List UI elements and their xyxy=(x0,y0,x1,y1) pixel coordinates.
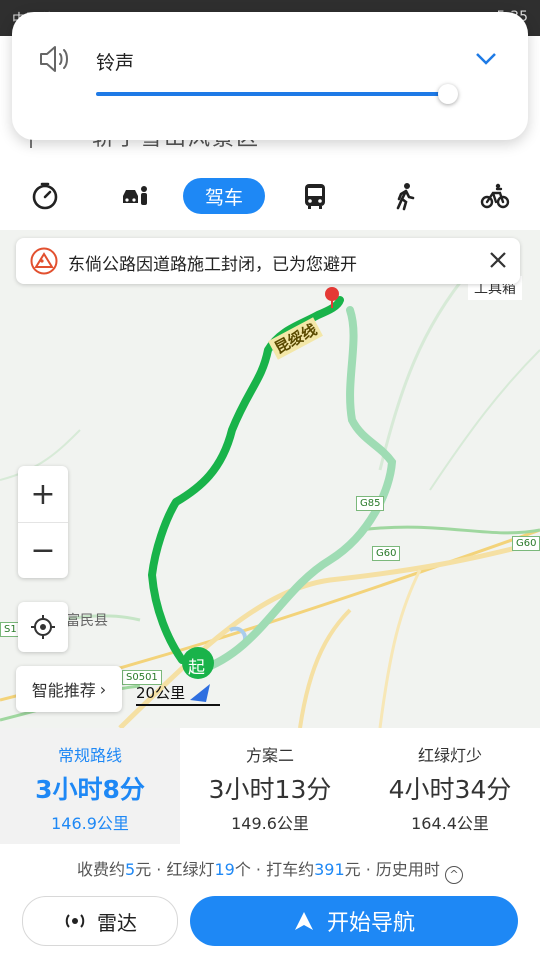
stopwatch-icon xyxy=(32,182,58,210)
volume-slider-track[interactable] xyxy=(96,92,450,96)
route-option-time: 3小时8分 xyxy=(35,775,145,804)
volume-popup: 铃声 xyxy=(12,12,528,140)
locate-button[interactable] xyxy=(18,602,68,652)
route-option-distance: 146.9公里 xyxy=(51,814,129,833)
map-view[interactable]: 东倘公路因道路施工封闭，已为您避开 工具箱 昆绥线 富民县 起 G85 G60 … xyxy=(0,230,540,728)
taxi-fare-value: 391 xyxy=(314,860,345,879)
route-panel: 常规路线 3小时8分 146.9公里 方案二 3小时13分 149.6公里 红绿… xyxy=(0,728,540,960)
route-option-2[interactable]: 方案二 3小时13分 149.6公里 xyxy=(180,728,360,844)
map-scale: 20公里 xyxy=(136,682,220,706)
highway-shield: G60 xyxy=(372,546,401,561)
radar-label: 雷达 xyxy=(97,910,137,935)
road-notice-banner[interactable]: 东倘公路因道路施工封闭，已为您避开 xyxy=(16,238,520,284)
route-option-distance: 149.6公里 xyxy=(231,814,309,833)
traffic-light-count: 19 xyxy=(214,860,235,879)
route-option-time: 4小时34分 xyxy=(388,775,512,804)
car-person-icon xyxy=(123,186,147,205)
tab-drive-label: 驾车 xyxy=(204,186,243,209)
route-summary[interactable]: 收费约5元 · 红绿灯19个 · 打车约391元 · 历史用时 ^ xyxy=(0,856,540,884)
map-scale-text: 20公里 xyxy=(136,684,186,702)
route-option-distance: 164.4公里 xyxy=(411,814,489,833)
route-option-name: 方案二 xyxy=(245,746,294,765)
zoom-out-button[interactable]: − xyxy=(18,522,68,578)
tab-taxi[interactable] xyxy=(28,178,62,214)
transport-mode-tabs: 驾车 xyxy=(0,170,540,222)
tab-bike[interactable] xyxy=(478,178,512,214)
crosshair-icon xyxy=(31,615,55,639)
destination-pin-icon[interactable] xyxy=(325,287,339,301)
start-navigation-label: 开始导航 xyxy=(326,911,415,936)
road-notice-text: 东倘公路因道路施工封闭，已为您避开 xyxy=(68,255,357,275)
tab-drive[interactable]: 驾车 xyxy=(183,178,265,214)
route-option-3[interactable]: 红绿灯少 4小时34分 164.4公里 xyxy=(360,728,540,844)
volume-label: 铃声 xyxy=(96,52,135,74)
speaker-icon[interactable] xyxy=(38,44,72,74)
smart-recommend-label: 智能推荐 xyxy=(31,681,96,700)
bike-icon xyxy=(480,183,510,209)
start-label: 起 xyxy=(188,658,205,678)
tab-bus[interactable] xyxy=(298,178,332,214)
tab-carpool[interactable] xyxy=(118,178,152,214)
zoom-controls: + − xyxy=(18,466,68,578)
chevron-up-circle-icon[interactable]: ^ xyxy=(445,866,463,884)
radar-button[interactable]: 雷达 xyxy=(22,896,178,946)
zoom-in-button[interactable]: + xyxy=(18,466,68,523)
route-option-time: 3小时13分 xyxy=(208,775,332,804)
highway-shield: G60 xyxy=(512,536,540,551)
route-option-name: 常规路线 xyxy=(57,746,122,765)
location-arrow-icon xyxy=(190,684,210,702)
county-label: 富民县 xyxy=(66,613,108,629)
route-option-name: 红绿灯少 xyxy=(417,746,482,765)
construction-warning-icon xyxy=(30,247,58,275)
alt-route[interactable] xyxy=(196,306,397,674)
chevron-right-icon: › xyxy=(99,679,107,699)
map-canvas xyxy=(0,269,540,728)
close-icon[interactable] xyxy=(488,250,508,270)
volume-slider-handle[interactable] xyxy=(438,84,458,104)
walk-icon xyxy=(396,183,415,211)
toll-value: 5 xyxy=(125,860,136,879)
chevron-down-icon[interactable] xyxy=(474,48,498,68)
highway-shield: G85 xyxy=(356,496,385,511)
bus-icon xyxy=(305,184,325,209)
main-route[interactable] xyxy=(148,296,344,664)
navigation-arrow-icon xyxy=(294,912,313,930)
tab-walk[interactable] xyxy=(388,178,422,214)
start-navigation-button[interactable]: 开始导航 xyxy=(190,896,518,946)
radar-icon xyxy=(65,914,85,928)
smart-recommend-button[interactable]: 智能推荐 › xyxy=(16,666,122,712)
route-option-1[interactable]: 常规路线 3小时8分 146.9公里 xyxy=(0,728,180,844)
